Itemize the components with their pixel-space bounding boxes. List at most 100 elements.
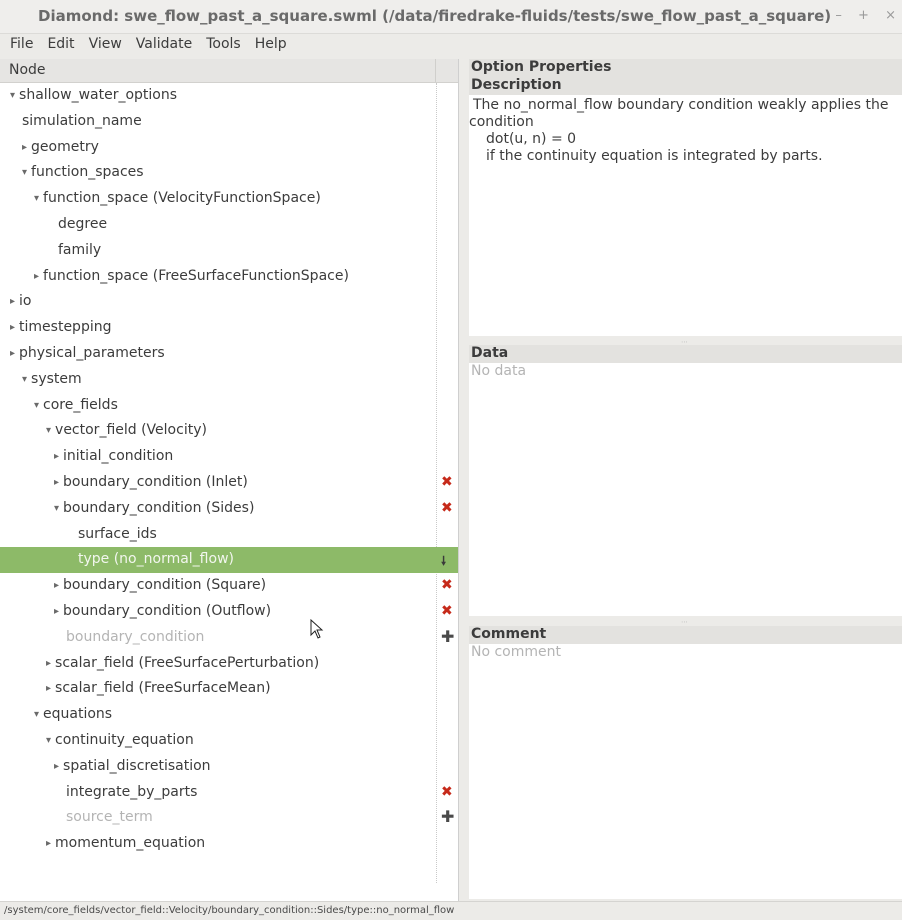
tree-row[interactable]: ▾ system [0, 367, 458, 393]
collapsed-arrow-icon[interactable]: ▸ [54, 580, 59, 591]
tree-row-label: ▸ io [10, 293, 32, 309]
tree-row[interactable]: ▸ scalar_field (FreeSurfacePerturbation) [0, 651, 458, 677]
tree-row[interactable]: degree [0, 212, 458, 238]
collapsed-arrow-icon[interactable]: ▸ [10, 296, 15, 307]
menu-help[interactable]: Help [246, 34, 292, 52]
expanded-arrow-icon[interactable]: ▾ [54, 503, 59, 514]
expanded-arrow-icon[interactable]: ▾ [34, 193, 39, 204]
expanded-arrow-icon[interactable]: ▾ [22, 167, 27, 178]
tree-row-text: io [19, 293, 32, 310]
add-icon[interactable]: ✚ [441, 627, 454, 646]
close-button[interactable]: × [885, 8, 896, 23]
tree-row-label: ▸ boundary_condition (Square) [54, 577, 266, 593]
tree-row[interactable]: ▸ spatial_discretisation [0, 754, 458, 780]
remove-icon[interactable]: ✖ [441, 784, 453, 800]
expanded-arrow-icon[interactable]: ▾ [34, 709, 39, 720]
tree-row-text: spatial_discretisation [63, 757, 211, 774]
tree-row[interactable]: ▸ timestepping [0, 315, 458, 341]
tree-row[interactable]: ▾ equations [0, 702, 458, 728]
menu-edit[interactable]: Edit [38, 34, 79, 52]
tree-row[interactable]: type (no_normal_flow) 🠗 [0, 547, 458, 574]
collapsed-arrow-icon[interactable]: ▸ [54, 761, 59, 772]
tree-row[interactable]: ▸ physical_parameters [0, 341, 458, 367]
tree-row-text: system [31, 370, 82, 387]
tree-row-label: ▸ spatial_discretisation [54, 758, 211, 774]
tree-row[interactable]: ▸ momentum_equation [0, 831, 458, 857]
collapsed-arrow-icon[interactable]: ▸ [10, 348, 15, 359]
tree-row-text: boundary_condition (Square) [63, 577, 267, 594]
collapsed-arrow-icon[interactable]: ▸ [54, 477, 59, 488]
collapsed-arrow-icon[interactable]: ▸ [46, 683, 51, 694]
tree-row[interactable]: ▸ scalar_field (FreeSurfaceMean) [0, 676, 458, 702]
options-tree[interactable]: Node ▾ shallow_water_options simulation_na… [0, 59, 459, 901]
tree-row-label: ▸ initial_condition [54, 448, 173, 464]
collapsed-arrow-icon[interactable]: ▸ [54, 451, 59, 462]
tree-row[interactable]: ▾ function_space (VelocityFunctionSpace) [0, 186, 458, 212]
tree-row[interactable]: integrate_by_parts ✖ [0, 780, 458, 806]
tree-row-text: degree [58, 216, 108, 232]
maximize-button[interactable]: + [858, 8, 869, 23]
collapsed-arrow-icon[interactable]: ▸ [46, 658, 51, 669]
pane-splitter-grip[interactable]: ⋯ [681, 618, 688, 626]
tree-row-label: ▾ function_spaces [22, 164, 144, 180]
collapsed-arrow-icon[interactable]: ▸ [54, 606, 59, 617]
tree-row-label: type (no_normal_flow) [78, 551, 234, 567]
tree-row[interactable]: ▸ boundary_condition (Square) ✖ [0, 573, 458, 599]
tree-row[interactable]: ▸ boundary_condition (Outflow) ✖ [0, 599, 458, 625]
node-column-header[interactable]: Node [9, 62, 46, 78]
tree-row-label: ▾ function_space (VelocityFunctionSpace) [34, 190, 321, 206]
tree-row[interactable]: ▸ function_space (FreeSurfaceFunctionSpac… [0, 264, 458, 290]
description-line: if the continuity equation is integrated… [486, 148, 823, 164]
expanded-arrow-icon[interactable]: ▾ [34, 400, 39, 411]
expanded-arrow-icon[interactable]: ▾ [46, 425, 51, 436]
tree-row-text: source_term [66, 809, 153, 826]
tree-row[interactable]: ▾ core_fields [0, 393, 458, 419]
expanded-arrow-icon[interactable]: ▾ [46, 735, 51, 746]
choice-down-icon[interactable]: 🠗 [441, 552, 446, 573]
comment-body[interactable]: No comment [469, 644, 902, 899]
data-body: No data [469, 363, 902, 616]
tree-row-label: ▸ scalar_field (FreeSurfacePerturbation) [46, 655, 319, 671]
tree-row[interactable]: simulation_name [0, 109, 458, 135]
tree-row[interactable]: ▾ boundary_condition (Sides) ✖ [0, 496, 458, 522]
menu-tools[interactable]: Tools [197, 34, 246, 52]
remove-icon[interactable]: ✖ [441, 474, 453, 490]
tree-row[interactable]: source_term ✚ [0, 805, 458, 831]
tree-row-text: core_fields [43, 396, 118, 413]
menu-file[interactable]: File [0, 34, 38, 52]
description-line: The no_normal_flow boundary condition we… [473, 97, 889, 113]
tree-row-text: boundary_condition (Inlet) [63, 474, 248, 490]
tree-row[interactable]: boundary_condition ✚ [0, 625, 458, 651]
tree-row-label: source_term [66, 809, 153, 825]
tree-row[interactable]: ▸ geometry [0, 135, 458, 161]
tree-row[interactable]: ▾ vector_field (Velocity) [0, 418, 458, 444]
tree-row[interactable]: ▸ initial_condition [0, 444, 458, 470]
column-separator [435, 59, 436, 82]
tree-row[interactable]: family [0, 238, 458, 264]
tree-row[interactable]: ▾ continuity_equation [0, 728, 458, 754]
remove-icon[interactable]: ✖ [441, 500, 453, 516]
remove-icon[interactable]: ✖ [441, 603, 453, 619]
menu-validate[interactable]: Validate [127, 34, 197, 52]
tree-row-label: ▸ timestepping [10, 319, 111, 335]
menu-view[interactable]: View [80, 34, 127, 52]
comment-placeholder: No comment [471, 644, 562, 660]
expanded-arrow-icon[interactable]: ▾ [10, 90, 15, 101]
minimize-button[interactable]: – [835, 8, 842, 23]
tree-row[interactable]: ▸ io [0, 289, 458, 315]
remove-icon[interactable]: ✖ [441, 577, 453, 593]
collapsed-arrow-icon[interactable]: ▸ [34, 271, 39, 282]
tree-row[interactable]: ▾ function_spaces [0, 160, 458, 186]
tree-row[interactable]: ▸ boundary_condition (Inlet) ✖ [0, 470, 458, 496]
tree-row[interactable]: surface_ids [0, 522, 458, 548]
collapsed-arrow-icon[interactable]: ▸ [46, 838, 51, 849]
add-icon[interactable]: ✚ [441, 807, 454, 826]
expanded-arrow-icon[interactable]: ▾ [22, 374, 27, 385]
tree-row-text: scalar_field (FreeSurfaceMean) [55, 680, 271, 697]
window-controls: – + × [823, 8, 896, 23]
collapsed-arrow-icon[interactable]: ▸ [22, 142, 27, 153]
tree-row[interactable]: ▾ shallow_water_options [0, 83, 458, 109]
collapsed-arrow-icon[interactable]: ▸ [10, 322, 15, 333]
tree-row-text: shallow_water_options [19, 87, 178, 103]
tree-row-label: ▾ continuity_equation [46, 732, 194, 748]
